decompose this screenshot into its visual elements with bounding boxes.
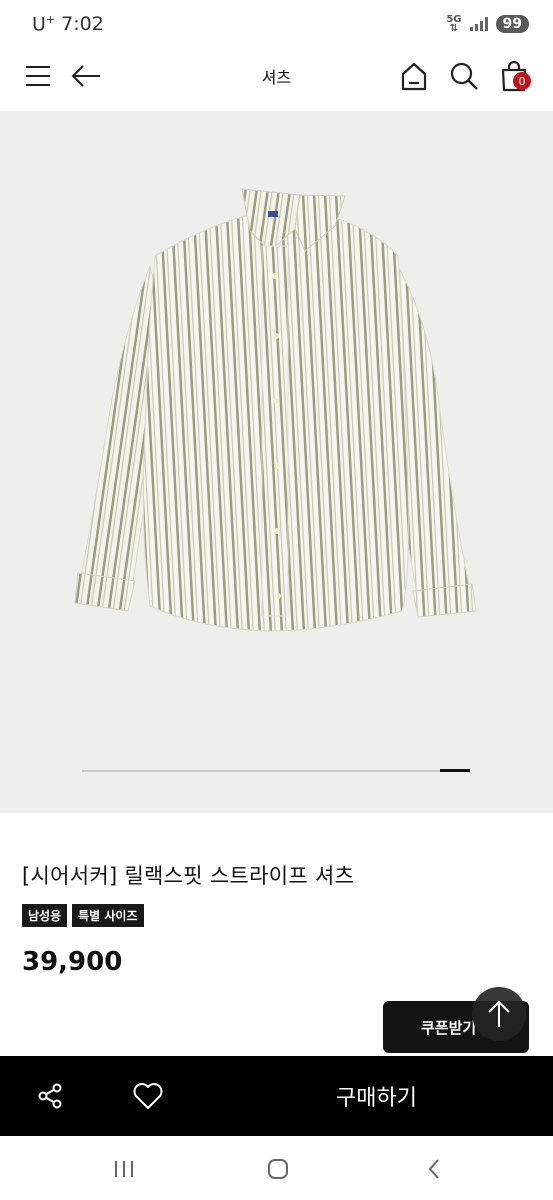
home-button[interactable] — [394, 56, 434, 96]
recent-apps-icon — [115, 1161, 133, 1177]
battery-indicator: 99 — [495, 15, 529, 33]
product-tags: 남성용 특별 사이즈 — [22, 904, 532, 927]
product-price: 39,900 — [22, 947, 123, 977]
chevron-left-icon — [428, 1159, 439, 1179]
home-system-button[interactable] — [248, 1152, 308, 1186]
scroll-to-top-button[interactable] — [472, 987, 526, 1041]
cart-count-badge: 0 — [513, 72, 531, 90]
recent-apps-button[interactable] — [94, 1152, 154, 1186]
tag-menswear: 남성용 — [22, 904, 68, 927]
clock: 7:02 — [61, 12, 104, 35]
cart-button[interactable]: 0 — [494, 56, 534, 96]
back-arrow-icon — [71, 65, 100, 87]
top-nav: 셔츠 0 — [0, 48, 553, 104]
coupon-label: 쿠폰받기 — [421, 1018, 477, 1037]
like-button[interactable] — [120, 1074, 176, 1118]
product-image-gallery[interactable] — [0, 111, 553, 813]
arrow-up-icon — [488, 1000, 510, 1027]
menu-icon — [26, 66, 50, 86]
heart-icon — [133, 1083, 163, 1109]
back-button[interactable] — [66, 56, 106, 96]
status-bar: U+ 7:02 5G ⇅ 99 — [0, 0, 553, 48]
gallery-progress-thumb[interactable] — [440, 769, 470, 772]
menu-button[interactable] — [18, 56, 58, 96]
signal-icon — [469, 17, 488, 31]
home-icon — [401, 62, 427, 91]
share-icon — [38, 1083, 62, 1109]
share-button[interactable] — [22, 1076, 78, 1116]
product-title: [시어서커] 릴랙스핏 스트라이프 셔츠 — [22, 864, 355, 888]
status-right: 5G ⇅ 99 — [446, 14, 529, 34]
carrier-label: U+ — [32, 12, 56, 36]
home-circle-icon — [268, 1159, 288, 1179]
tag-special-size: 특별 사이즈 — [72, 904, 144, 927]
buy-label: 구매하기 — [336, 1086, 417, 1111]
search-button[interactable] — [444, 56, 484, 96]
system-back-button[interactable] — [404, 1152, 464, 1186]
bottom-action-bar: 구매하기 — [0, 1056, 553, 1136]
product-info: [시어서커] 릴랙스핏 스트라이프 셔츠 남성용 특별 사이즈 39,900 — [22, 860, 532, 977]
status-left: U+ 7:02 — [32, 13, 104, 35]
network-5g-icon: 5G ⇅ — [446, 14, 462, 34]
buy-button[interactable]: 구매하기 — [200, 1056, 553, 1136]
striped-shirt-photo — [74, 188, 477, 632]
system-nav-bar — [0, 1136, 553, 1200]
search-icon — [450, 62, 478, 90]
gallery-progress-track[interactable] — [82, 769, 470, 772]
